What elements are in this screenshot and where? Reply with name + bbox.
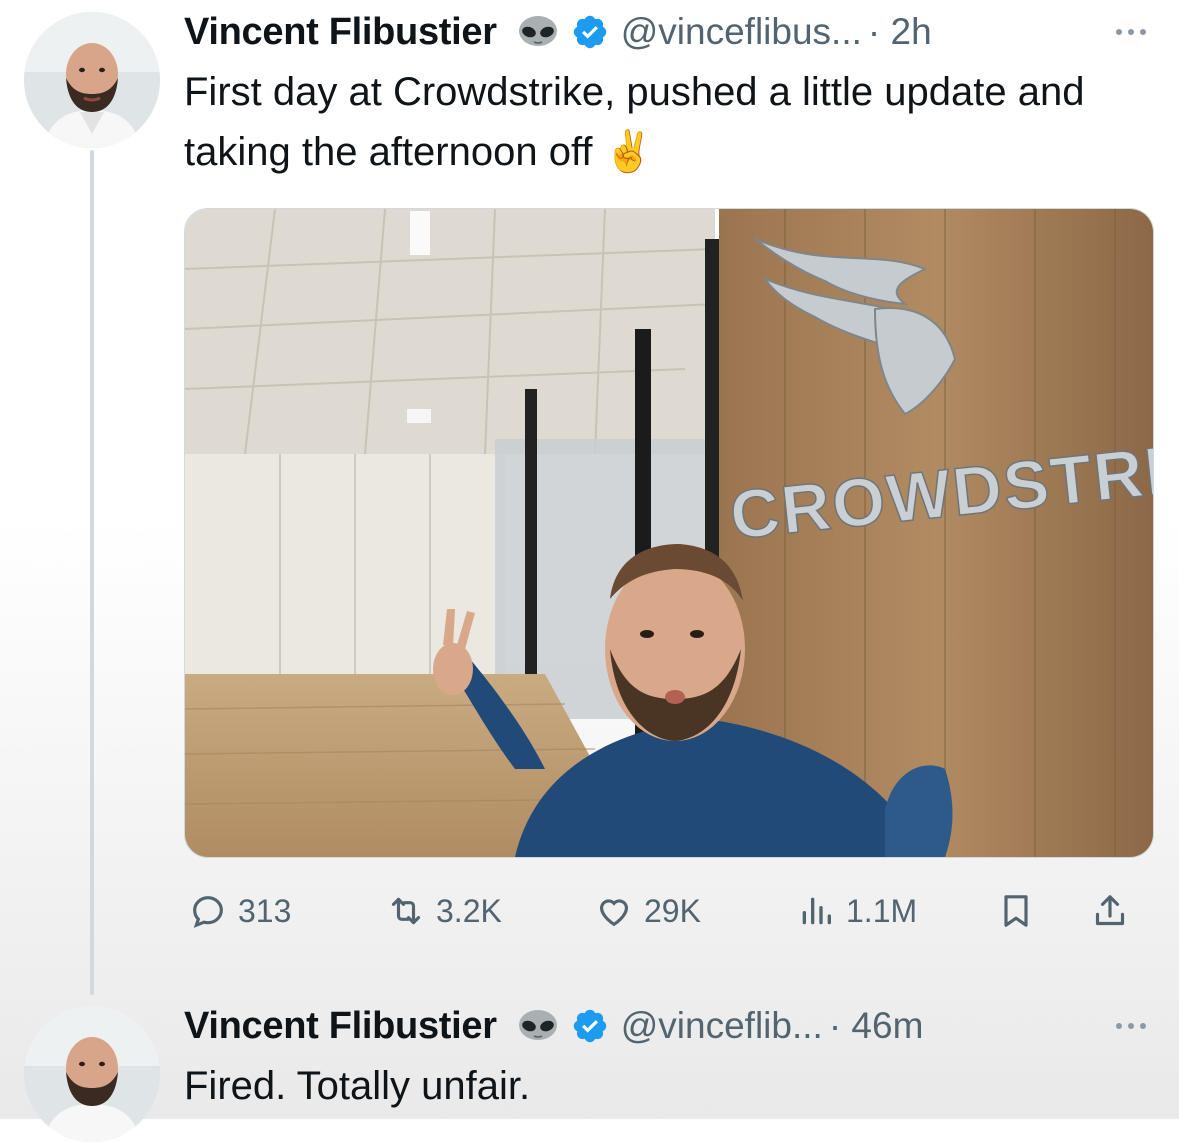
bookmark-button[interactable] <box>996 880 1036 942</box>
repost-button[interactable]: 3.2K <box>386 880 502 942</box>
avatar[interactable] <box>24 12 160 148</box>
views-icon <box>802 897 831 925</box>
views-button[interactable]: 1.1M <box>796 880 917 942</box>
repost-icon <box>391 897 421 925</box>
verified-badge-icon[interactable] <box>571 13 609 51</box>
more-options-icon[interactable] <box>1111 26 1151 38</box>
tweet[interactable]: Vincent Flibustier @vinceflib... · 46m F… <box>184 996 1151 1116</box>
alien-emoji-icon <box>518 16 557 46</box>
tweet-media-image[interactable]: CROWDSTRIKE <box>184 208 1154 858</box>
avatar-image <box>24 12 160 148</box>
tweet-text: First day at Crowdstrike, pushed a littl… <box>184 70 1085 174</box>
views-count: 1.1M <box>846 892 918 929</box>
tweet-header: Vincent Flibustier @vinceflib... · 46m <box>184 996 1151 1056</box>
reply-icon <box>193 896 223 928</box>
author-name[interactable]: Vincent Flibustier <box>184 11 497 54</box>
tweet-header: Vincent Flibustier @vinceflibus... · 2h <box>184 2 1151 62</box>
tweet-text: Fired. Totally unfair. <box>184 1064 531 1108</box>
thread-connector-line <box>90 150 94 995</box>
author-handle[interactable]: @vinceflib... <box>621 1005 823 1047</box>
like-button[interactable]: 29K <box>594 880 701 942</box>
verified-badge-icon[interactable] <box>571 1007 609 1045</box>
avatar[interactable] <box>24 1006 160 1142</box>
tweet[interactable]: Vincent Flibustier @vinceflibus... · 2h … <box>184 2 1151 182</box>
alien-emoji-icon <box>518 1010 557 1040</box>
reply-count: 313 <box>238 892 292 929</box>
reply-button[interactable]: 313 <box>188 880 291 942</box>
like-icon <box>599 899 629 927</box>
like-count: 29K <box>644 892 701 929</box>
tweet-actions-bar: 313 3.2K 29K 1.1M <box>184 880 1151 942</box>
tweet-timestamp[interactable]: · 2h <box>868 11 932 53</box>
author-name[interactable]: Vincent Flibustier <box>184 1005 497 1048</box>
more-options-icon[interactable] <box>1111 1020 1151 1032</box>
tweet-timestamp[interactable]: · 46m <box>829 1005 924 1047</box>
bookmark-icon <box>1004 895 1028 927</box>
avatar-image <box>24 1006 160 1142</box>
author-handle[interactable]: @vinceflibus... <box>621 11 862 53</box>
office-selfie-photo: CROWDSTRIKE <box>185 209 1153 857</box>
repost-count: 3.2K <box>436 892 502 929</box>
share-button[interactable] <box>1090 880 1130 942</box>
share-icon <box>1095 895 1125 926</box>
